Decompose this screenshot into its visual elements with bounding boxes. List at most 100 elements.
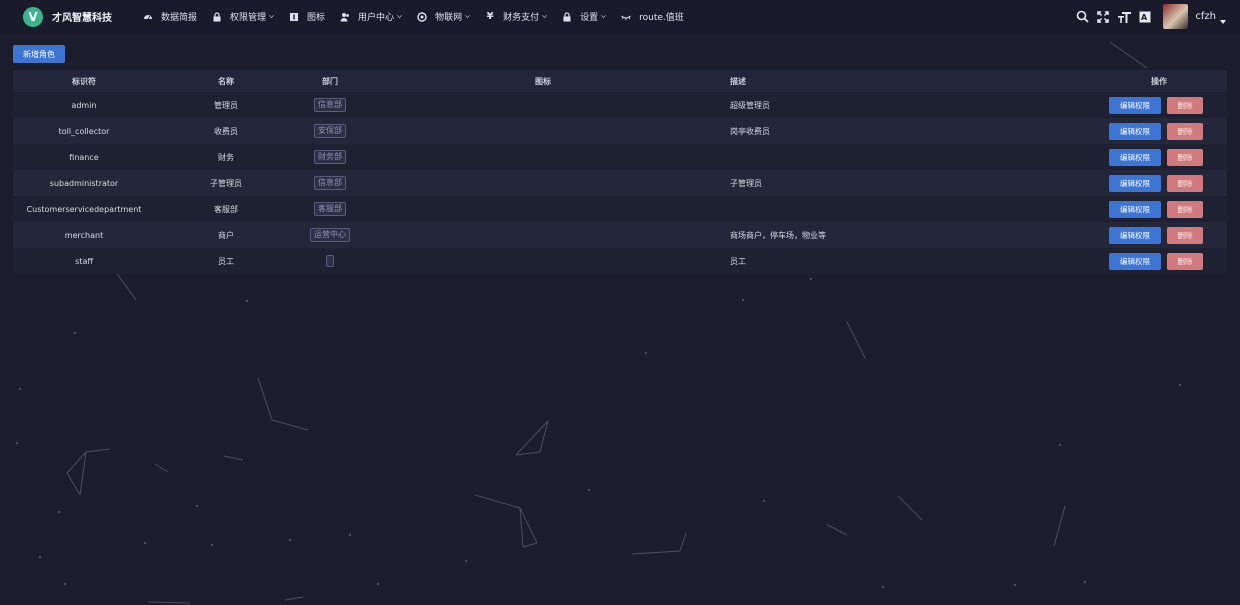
cell-desc <box>730 196 1030 222</box>
cell-icon <box>483 144 603 170</box>
nav-item-finance[interactable]: ¥ 财务支付 <box>485 10 547 23</box>
dept-tag: 客服部 <box>314 202 346 216</box>
dept-tag: 财务部 <box>314 150 346 164</box>
cell-actions: 编辑权限 删除 <box>1093 248 1223 274</box>
nav-item-data-report[interactable]: 数据简报 <box>143 10 197 23</box>
dept-tag <box>326 255 334 267</box>
delete-button[interactable]: 删除 <box>1167 252 1203 270</box>
cell-id: staff <box>75 256 93 266</box>
edit-permissions-button[interactable]: 编辑权限 <box>1109 200 1161 218</box>
col-header-dept: 部门 <box>322 76 338 86</box>
col-header-id: 标识符 <box>72 76 96 86</box>
cell-desc: 员工 <box>730 256 746 266</box>
table-row: merchant 商户 运营中心 商场商户，停车场，物业等 编辑权限 删除 <box>13 222 1227 248</box>
dept-tag: 信息部 <box>314 176 346 190</box>
table-row: finance 财务 财务部 编辑权限 删除 <box>13 144 1227 170</box>
dept-tag: 信息部 <box>314 98 346 112</box>
user-avatar[interactable] <box>1163 4 1189 29</box>
cell-icon <box>483 196 603 222</box>
delete-button[interactable]: 删除 <box>1167 122 1203 140</box>
edit-permissions-button[interactable]: 编辑权限 <box>1109 174 1161 192</box>
delete-button[interactable]: 删除 <box>1167 200 1203 218</box>
cell-desc: 岗亭收费员 <box>730 126 770 136</box>
table-body: admin 管理员 信息部 超级管理员 编辑权限 删除 toll_collect… <box>13 92 1227 274</box>
chevron-down-icon <box>465 15 470 19</box>
table-row: toll_collector 收费员 安保部 岗亭收费员 编辑权限 删除 <box>13 118 1227 144</box>
cell-id: subadministrator <box>49 178 119 188</box>
edit-permissions-button[interactable]: 编辑权限 <box>1109 252 1161 270</box>
cell-actions: 编辑权限 删除 <box>1093 170 1223 196</box>
cell-id: admin <box>71 100 97 110</box>
cell-id: finance <box>69 152 99 162</box>
cell-icon <box>483 248 603 274</box>
nav-label: 设置 <box>580 13 599 23</box>
edit-permissions-button[interactable]: 编辑权限 <box>1109 148 1161 166</box>
table-row: Customerservicedepartment 客服部 客服部 编辑权限 删… <box>13 196 1227 222</box>
dept-tag: 运营中心 <box>310 228 350 242</box>
cell-icon <box>483 118 603 144</box>
nav-item-settings[interactable]: 设置 <box>562 10 606 23</box>
cell-id: Customerservicedepartment <box>26 204 142 214</box>
users-icon <box>340 12 350 22</box>
edit-permissions-button[interactable]: 编辑权限 <box>1109 96 1161 114</box>
nav-label: 权限管理 <box>230 13 267 23</box>
add-role-button[interactable]: 新增角色 <box>13 45 65 63</box>
table-header: 标识符 名称 部门 图标 描述 操作 <box>13 70 1227 92</box>
delete-button[interactable]: 删除 <box>1167 226 1203 244</box>
table-row: staff 员工 员工 编辑权限 删除 <box>13 248 1227 274</box>
username[interactable]: cfzh <box>1195 11 1216 22</box>
app-logo[interactable]: V 才风智慧科技 <box>23 6 143 27</box>
caret-down-icon[interactable] <box>1220 19 1226 24</box>
fullscreen-icon[interactable] <box>1096 10 1110 24</box>
nav-label: 物联网 <box>435 13 463 23</box>
table-row: subadministrator 子管理员 信息部 子管理员 编辑权限 删除 <box>13 170 1227 196</box>
cell-id: merchant <box>64 230 104 240</box>
chevron-down-icon <box>397 15 402 19</box>
search-icon[interactable] <box>1075 10 1089 24</box>
edit-permissions-button[interactable]: 编辑权限 <box>1109 226 1161 244</box>
logo-badge: V <box>23 6 43 27</box>
roles-table: 标识符 名称 部门 图标 描述 操作 admin 管理员 信息部 超级管理员 编… <box>13 70 1227 274</box>
dashboard-icon <box>143 12 153 22</box>
col-header-desc: 描述 <box>730 76 746 86</box>
cell-actions: 编辑权限 删除 <box>1093 92 1223 118</box>
nav-item-permissions[interactable]: 权限管理 <box>212 10 274 23</box>
cell-icon <box>483 92 603 118</box>
nav-label: 财务支付 <box>503 13 540 23</box>
svg-text:A: A <box>1141 13 1148 22</box>
dept-tag: 安保部 <box>314 124 346 138</box>
cell-dept: 信息部 <box>272 170 388 196</box>
top-navbar: V 才风智慧科技 数据简报 权限管理 图标 用户中心 物联网 ¥ 财务支付 设置… <box>0 0 1240 33</box>
cell-icon <box>483 222 603 248</box>
nav-item-duty[interactable]: route.值班 <box>621 10 684 23</box>
cell-dept: 信息部 <box>272 92 388 118</box>
nav-item-user-center[interactable]: 用户中心 <box>340 10 402 23</box>
nav-item-iot[interactable]: 物联网 <box>417 10 470 23</box>
cell-dept <box>272 248 388 274</box>
col-header-icon: 图标 <box>535 76 551 86</box>
app-name: 才风智慧科技 <box>52 13 112 24</box>
nav-label: route.值班 <box>639 13 684 23</box>
chevron-down-icon <box>601 15 606 19</box>
cell-actions: 编辑权限 删除 <box>1093 222 1223 248</box>
font-size-icon[interactable] <box>1117 10 1131 24</box>
table-row: admin 管理员 信息部 超级管理员 编辑权限 删除 <box>13 92 1227 118</box>
cell-desc: 子管理员 <box>730 178 762 188</box>
edit-permissions-button[interactable]: 编辑权限 <box>1109 122 1161 140</box>
globe-icon <box>417 11 427 22</box>
eye-closed-icon <box>621 12 631 22</box>
cell-icon <box>483 170 603 196</box>
nav-item-icons[interactable]: 图标 <box>289 10 325 23</box>
translate-icon[interactable]: A <box>1138 10 1152 24</box>
cell-dept: 安保部 <box>272 118 388 144</box>
delete-button[interactable]: 删除 <box>1167 174 1203 192</box>
nav-label: 用户中心 <box>358 13 395 23</box>
cell-dept: 客服部 <box>272 196 388 222</box>
delete-button[interactable]: 删除 <box>1167 96 1203 114</box>
cell-actions: 编辑权限 删除 <box>1093 144 1223 170</box>
cell-dept: 运营中心 <box>272 222 388 248</box>
nav-label: 数据简报 <box>161 13 198 23</box>
col-header-op: 操作 <box>1151 76 1167 86</box>
cell-dept: 财务部 <box>272 144 388 170</box>
delete-button[interactable]: 删除 <box>1167 148 1203 166</box>
